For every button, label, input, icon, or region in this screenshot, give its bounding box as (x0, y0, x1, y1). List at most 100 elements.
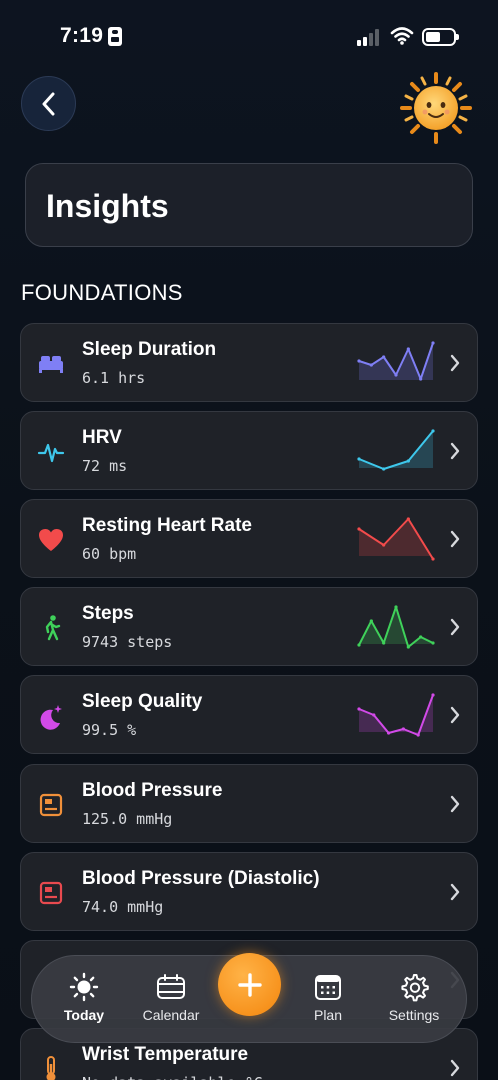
tab-plan-label: Plan (313, 1007, 343, 1023)
sparkline-chart (357, 341, 435, 381)
monitor-icon (36, 878, 66, 908)
metric-value: 99.5 % (82, 721, 137, 739)
page-title: Insights (46, 188, 169, 224)
sparkline-point-1 (372, 713, 376, 717)
tab-calendar[interactable]: Calendar (136, 972, 206, 1023)
heart-icon (36, 525, 66, 555)
status-bar: 7:19 (0, 0, 498, 72)
sun-icon (69, 972, 99, 1002)
chevron-right-icon (449, 1058, 461, 1078)
sparkline-point-0 (357, 359, 361, 363)
sparkline-point-3 (394, 373, 398, 377)
sparkline-point-0 (357, 643, 361, 647)
sparkline-point-4 (406, 347, 410, 351)
add-button[interactable] (218, 953, 281, 1016)
sparkline-point-3 (431, 557, 435, 561)
chevron-right-icon (449, 353, 461, 373)
sparkline-chart (357, 605, 435, 649)
gear-icon (401, 974, 429, 1002)
sparkline-point-2 (387, 731, 391, 735)
metric-name: Sleep Duration (82, 339, 217, 360)
metric-card-sleep-quality[interactable]: Sleep Quality 99.5 % (20, 675, 478, 754)
sparkline-point-1 (369, 363, 373, 367)
sparkline-point-2 (406, 517, 410, 521)
chevron-right-icon (449, 441, 461, 461)
sparkline-point-1 (369, 619, 373, 623)
metric-name: Sleep Quality (82, 691, 203, 712)
calendar-icon (157, 974, 185, 999)
sparkline-point-2 (406, 459, 410, 463)
back-button[interactable] (21, 76, 76, 131)
title-card: Insights (25, 163, 473, 247)
chevron-right-icon (449, 617, 461, 637)
id-card-icon (108, 27, 122, 46)
chevron-left-icon (42, 92, 54, 115)
sparkline-point-0 (357, 457, 361, 461)
metric-value: No data available °C (82, 1074, 263, 1080)
sparkline-point-4 (406, 645, 410, 649)
sparkline-point-4 (416, 733, 420, 737)
metric-name: Blood Pressure (82, 780, 223, 801)
metric-value: 9743 steps (82, 633, 173, 651)
sparkline-chart (357, 693, 435, 737)
tab-today-label: Today (63, 1007, 105, 1023)
sparkline-point-6 (431, 341, 435, 345)
battery-icon (422, 28, 459, 46)
chevron-right-icon (449, 529, 461, 549)
wifi-icon (390, 27, 414, 45)
moon-stars-icon (36, 701, 66, 731)
sparkline-area (359, 519, 433, 559)
metric-name: HRV (82, 427, 122, 448)
tab-today[interactable]: Today (59, 972, 109, 1023)
tab-settings[interactable]: Settings (382, 972, 446, 1023)
sparkline-point-5 (431, 693, 435, 697)
sparkline-chart (357, 517, 435, 561)
sparkline-point-2 (382, 355, 386, 359)
chevron-right-icon (449, 794, 461, 814)
metric-card-resting-heart-rate[interactable]: Resting Heart Rate 60 bpm (20, 499, 478, 578)
walking-figure-icon (36, 613, 66, 643)
metric-card-blood-pressure-diastolic[interactable]: Blood Pressure (Diastolic) 74.0 mmHg (20, 852, 478, 931)
sparkline-point-0 (357, 707, 361, 711)
sparkline-point-6 (431, 641, 435, 645)
tab-calendar-label: Calendar (142, 1007, 200, 1023)
cellular-signal-icon (357, 28, 383, 46)
sparkline-point-1 (382, 543, 386, 547)
metric-value: 74.0 mmHg (82, 898, 164, 916)
chevron-right-icon (449, 882, 461, 902)
tab-plan[interactable]: Plan (307, 972, 349, 1023)
metric-value: 60 bpm (82, 545, 137, 563)
sparkline-area (359, 607, 433, 647)
metric-value: 6.1 hrs (82, 369, 146, 387)
thermometer-icon (36, 1054, 66, 1080)
planner-icon (315, 975, 341, 1000)
tab-settings-label: Settings (388, 1007, 440, 1023)
status-time: 7:19 (60, 24, 104, 47)
metric-name: Steps (82, 603, 134, 624)
sparkline-point-2 (382, 641, 386, 645)
bed-icon (36, 349, 66, 379)
sparkline-point-3 (401, 727, 405, 731)
sparkline-area (359, 695, 433, 735)
metric-card-hrv[interactable]: HRV 72 ms (20, 411, 478, 490)
metric-name: Wrist Temperature (82, 1044, 249, 1065)
metric-card-blood-pressure[interactable]: Blood Pressure 125.0 mmHg (20, 764, 478, 843)
metric-value: 72 ms (82, 457, 128, 475)
chevron-right-icon (449, 705, 461, 725)
sparkline-point-5 (419, 635, 423, 639)
sun-avatar-icon[interactable] (398, 70, 474, 146)
metric-card-steps[interactable]: Steps 9743 steps (20, 587, 478, 666)
sparkline-point-5 (419, 377, 423, 381)
sparkline-chart (357, 429, 435, 471)
sparkline-point-3 (394, 605, 398, 609)
metric-card-sleep-duration[interactable]: Sleep Duration 6.1 hrs (20, 323, 478, 402)
sparkline-point-1 (382, 467, 386, 471)
sparkline-point-0 (357, 527, 361, 531)
monitor-icon (36, 790, 66, 820)
heartbeat-icon (36, 437, 66, 467)
section-heading-foundations: FOUNDATIONS (21, 280, 183, 305)
sparkline-point-3 (431, 429, 435, 433)
metric-value: 125.0 mmHg (82, 810, 173, 828)
metric-name: Resting Heart Rate (82, 515, 252, 536)
plus-icon (237, 972, 262, 997)
